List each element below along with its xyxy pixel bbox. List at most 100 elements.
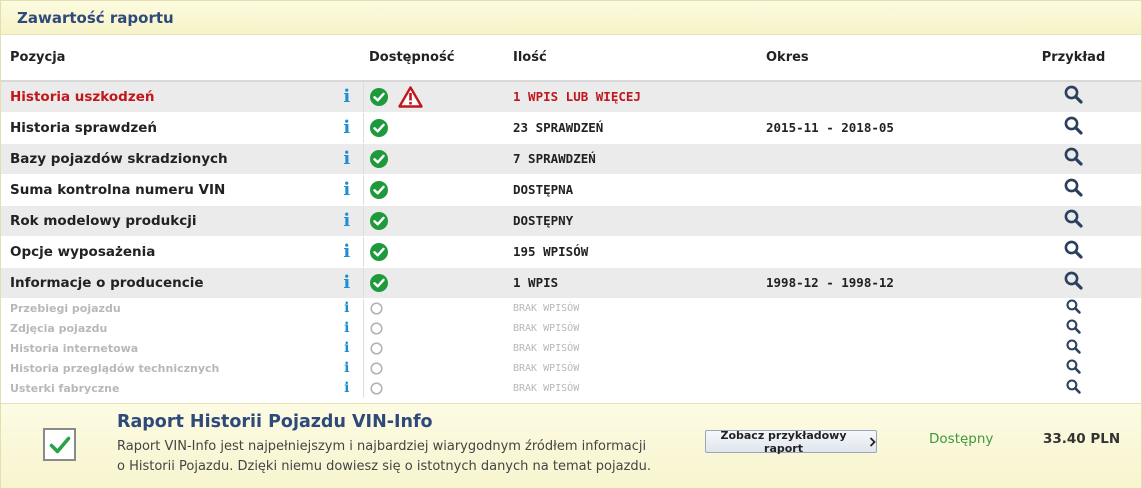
info-icon[interactable]: i bbox=[344, 301, 349, 315]
col-info bbox=[331, 35, 363, 82]
info-icon[interactable]: i bbox=[344, 361, 349, 375]
row-name: Opcje wyposażenia bbox=[1, 236, 331, 268]
info-icon[interactable]: i bbox=[343, 118, 350, 137]
row-period bbox=[766, 236, 1006, 268]
report-title: Raport Historii Pojazdu VIN-Info bbox=[117, 412, 433, 432]
chevron-right-icon bbox=[869, 436, 876, 447]
check-circle-icon bbox=[369, 149, 388, 168]
check-circle-icon bbox=[369, 180, 388, 199]
table-row: Historia uszkodzeń i 1 WPIS LUB WIĘCEJ bbox=[1, 81, 1141, 113]
row-name: Historia sprawdzeń bbox=[1, 112, 331, 144]
search-icon[interactable] bbox=[1066, 358, 1081, 374]
search-icon[interactable] bbox=[1064, 240, 1083, 259]
report-description-line: o Historii Pojazdu. Dzięki niemu dowiesz… bbox=[117, 459, 652, 474]
row-quantity: DOSTĘPNY bbox=[513, 205, 766, 237]
row-quantity: 1 WPIS LUB WIĘCEJ bbox=[513, 81, 766, 113]
row-name: Historia przeglądów technicznych bbox=[10, 361, 220, 375]
table-row: Historia internetowa i BRAK WPISÓW bbox=[1, 338, 1141, 358]
row-period bbox=[766, 318, 1006, 338]
sample-report-button-label: Zobacz przykładowy raport bbox=[720, 428, 847, 455]
empty-circle-icon bbox=[369, 302, 383, 315]
row-quantity: 1 WPIS bbox=[513, 267, 766, 299]
table-row: Informacje o producencie i 1 WPIS 1998-1… bbox=[1, 267, 1141, 299]
checkmark-icon bbox=[49, 435, 71, 455]
row-period bbox=[766, 358, 1006, 378]
row-period bbox=[766, 378, 1006, 398]
row-period bbox=[766, 298, 1006, 318]
empty-circle-icon bbox=[369, 341, 383, 355]
col-example: Przykład bbox=[1006, 35, 1141, 82]
search-icon[interactable] bbox=[1066, 378, 1081, 394]
search-icon[interactable] bbox=[1064, 85, 1083, 104]
check-circle-icon bbox=[369, 87, 388, 106]
row-period bbox=[766, 174, 1006, 206]
search-icon[interactable] bbox=[1066, 338, 1081, 354]
row-quantity: 195 WPISÓW bbox=[513, 236, 766, 268]
info-icon[interactable]: i bbox=[343, 180, 350, 199]
row-period: 1998-12 - 1998-12 bbox=[766, 267, 1006, 299]
report-description-line: Raport VIN-Info jest najpełniejszym i na… bbox=[117, 439, 647, 454]
empty-circle-icon bbox=[369, 361, 383, 375]
row-quantity: BRAK WPISÓW bbox=[513, 322, 580, 334]
row-period bbox=[766, 338, 1006, 358]
row-period bbox=[766, 205, 1006, 237]
row-name: Zdjęcia pojazdu bbox=[10, 321, 108, 335]
report-price: 33.40 PLN bbox=[1043, 431, 1121, 447]
row-quantity: BRAK WPISÓW bbox=[513, 342, 580, 354]
search-icon[interactable] bbox=[1064, 116, 1083, 135]
col-period: Okres bbox=[766, 35, 1006, 82]
row-period bbox=[766, 81, 1006, 113]
table-row: Zdjęcia pojazdu i BRAK WPISÓW bbox=[1, 318, 1141, 338]
table-row: Bazy pojazdów skradzionych i 7 SPRAWDZEŃ bbox=[1, 143, 1141, 175]
info-icon[interactable]: i bbox=[344, 381, 349, 395]
row-name: Przebiegi pojazdu bbox=[10, 301, 121, 315]
search-icon[interactable] bbox=[1064, 209, 1083, 228]
check-circle-icon bbox=[369, 273, 388, 292]
row-period bbox=[766, 143, 1006, 175]
check-circle-icon bbox=[369, 242, 388, 261]
report-availability: Dostępny bbox=[929, 431, 994, 447]
table-row: Suma kontrolna numeru VIN i DOSTĘPNA bbox=[1, 174, 1141, 206]
search-icon[interactable] bbox=[1066, 318, 1081, 334]
col-position: Pozycja bbox=[1, 35, 331, 82]
info-icon[interactable]: i bbox=[343, 149, 350, 168]
panel-title: Zawartość raportu bbox=[17, 8, 174, 27]
col-availability: Dostępność bbox=[363, 35, 513, 82]
row-quantity: BRAK WPISÓW bbox=[513, 362, 580, 374]
row-name: Rok modelowy produkcji bbox=[1, 205, 331, 237]
info-icon[interactable]: i bbox=[343, 273, 350, 292]
row-quantity: BRAK WPISÓW bbox=[513, 382, 580, 394]
table-header-row: Pozycja Dostępność Ilość Okres Przykład bbox=[1, 35, 1141, 82]
row-quantity: 7 SPRAWDZEŃ bbox=[513, 143, 766, 175]
sample-report-button[interactable]: Zobacz przykładowy raport bbox=[705, 428, 877, 455]
report-checkbox[interactable] bbox=[43, 428, 76, 461]
table-row: Opcje wyposażenia i 195 WPISÓW bbox=[1, 236, 1141, 268]
search-icon[interactable] bbox=[1066, 299, 1081, 314]
row-period: 2015-11 - 2018-05 bbox=[766, 112, 1006, 144]
table-row: Przebiegi pojazdu i BRAK WPISÓW bbox=[1, 298, 1141, 318]
check-circle-icon bbox=[369, 118, 388, 137]
info-icon[interactable]: i bbox=[343, 242, 350, 261]
row-quantity: 23 SPRAWDZEŃ bbox=[513, 112, 766, 144]
panel-header: Zawartość raportu bbox=[1, 1, 1141, 35]
search-icon[interactable] bbox=[1064, 178, 1083, 197]
info-icon[interactable]: i bbox=[344, 321, 349, 335]
table-row: Historia przeglądów technicznych i BRAK … bbox=[1, 358, 1141, 378]
info-icon[interactable]: i bbox=[343, 211, 350, 230]
report-table: Pozycja Dostępność Ilość Okres Przykład … bbox=[1, 35, 1141, 398]
info-icon[interactable]: i bbox=[344, 341, 349, 355]
row-name: Bazy pojazdów skradzionych bbox=[1, 143, 331, 175]
row-name: Historia internetowa bbox=[10, 341, 139, 355]
empty-circle-icon bbox=[369, 381, 383, 395]
row-quantity: DOSTĘPNA bbox=[513, 174, 766, 206]
row-name: Historia uszkodzeń bbox=[1, 81, 331, 113]
report-contents-panel: Zawartość raportu Pozycja Dostępność Ilo… bbox=[0, 0, 1142, 488]
report-description: Raport VIN-Info jest najpełniejszym i na… bbox=[117, 437, 677, 477]
info-icon[interactable]: i bbox=[343, 87, 350, 106]
search-icon[interactable] bbox=[1064, 271, 1083, 290]
search-icon[interactable] bbox=[1064, 147, 1083, 166]
empty-circle-icon bbox=[369, 321, 383, 335]
row-quantity: BRAK WPISÓW bbox=[513, 302, 580, 314]
col-quantity: Ilość bbox=[513, 35, 766, 82]
report-summary: Raport Historii Pojazdu VIN-Info Raport … bbox=[1, 403, 1141, 488]
